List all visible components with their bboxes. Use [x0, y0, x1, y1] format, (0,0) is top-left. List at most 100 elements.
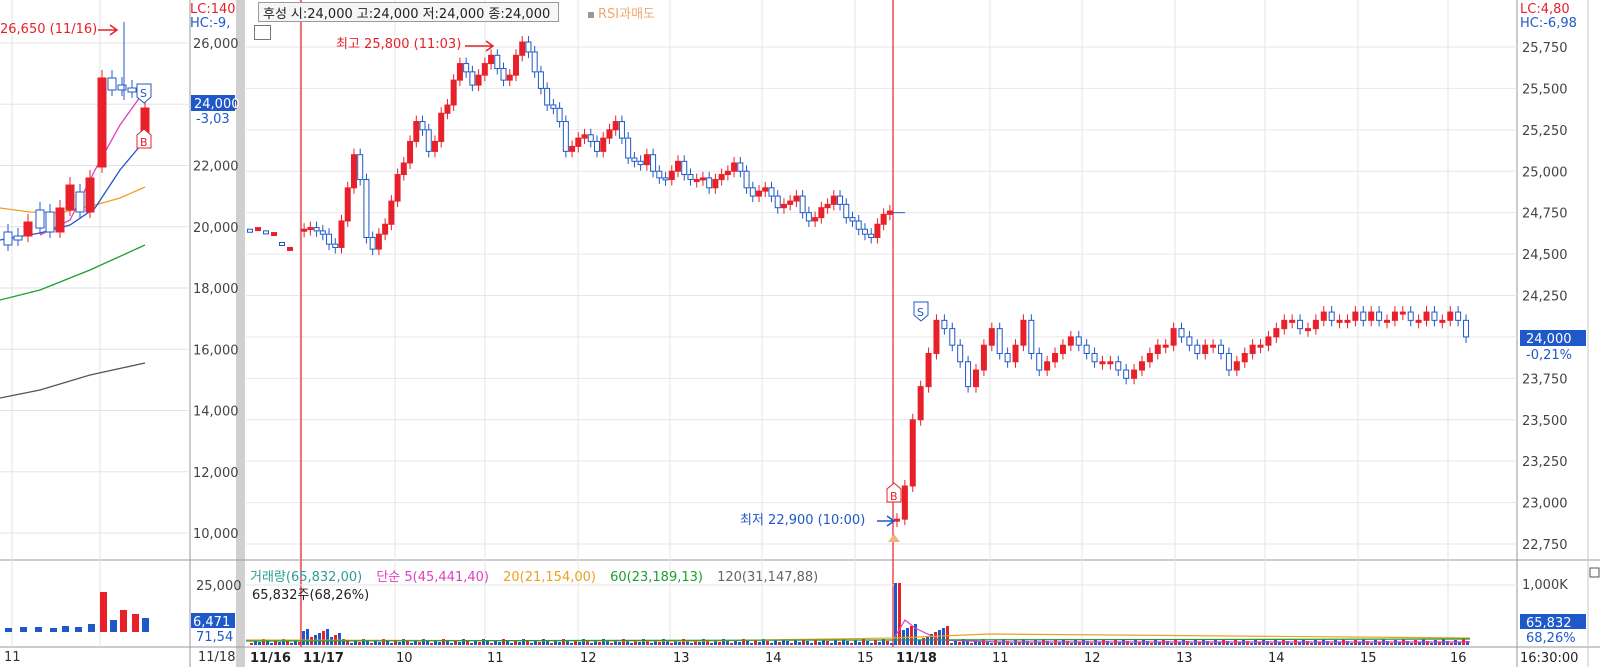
- day2-candle: [1320, 311, 1327, 321]
- volume-bar: [706, 641, 709, 645]
- day1-candle: [600, 137, 607, 152]
- volume-bar: [1150, 643, 1153, 645]
- day2-candle: [1075, 336, 1082, 346]
- volume-bar: [978, 642, 981, 645]
- day1-candle: [799, 195, 806, 214]
- day1-candle: [712, 179, 719, 189]
- day1-candle: [737, 162, 744, 172]
- day1-candle: [319, 230, 326, 235]
- day2-candle: [1265, 336, 1272, 346]
- day2-candle: [1281, 319, 1288, 330]
- day1-candle: [369, 237, 376, 250]
- left-volume-bar: [75, 627, 82, 632]
- day2-candle: [925, 352, 932, 388]
- volume-bar: [1110, 643, 1113, 645]
- left-candle: [107, 77, 117, 91]
- left-current-change: -3,03: [196, 112, 230, 127]
- day1-candle: [618, 121, 625, 139]
- x-axis-label: 15: [857, 651, 874, 666]
- volume-bar: [446, 641, 449, 645]
- volume-bar: [1070, 643, 1073, 645]
- main-price-tick: 25,250: [1522, 124, 1568, 139]
- day2-candle: [1052, 352, 1059, 363]
- volume-bar: [1130, 643, 1133, 645]
- day2-candle: [1154, 344, 1161, 354]
- day2-candle: [1020, 319, 1027, 346]
- volume-bar: [730, 643, 733, 645]
- left-buy-signal-text: B: [140, 136, 148, 149]
- day2-candle: [988, 328, 995, 346]
- grid-toggle-button[interactable]: [254, 25, 271, 40]
- day2-candle: [965, 361, 972, 388]
- day1-candle: [556, 107, 563, 123]
- day2-candle: [1289, 319, 1296, 323]
- day2-candle: [1312, 319, 1319, 330]
- volume-bar: [918, 640, 921, 645]
- volume-current-value: 65,832: [1526, 616, 1572, 631]
- day1-candle: [394, 174, 401, 202]
- day2-candle: [1328, 311, 1335, 321]
- day2-candle: [1146, 352, 1153, 363]
- day2-candle: [980, 344, 987, 371]
- day2-candle: [1012, 344, 1019, 363]
- left-candle: [75, 191, 85, 213]
- day1-candle: [830, 195, 837, 205]
- x-axis-label: 13: [1176, 651, 1193, 666]
- low-value: 저:24,000: [422, 6, 485, 22]
- day2-candle: [1225, 352, 1232, 371]
- volume-bar: [278, 642, 281, 645]
- volume-bar: [270, 643, 273, 645]
- volume-bar: [898, 583, 901, 645]
- pre-open-candle: [255, 227, 261, 232]
- day2-candle: [1352, 311, 1359, 321]
- volume-bar: [562, 639, 565, 645]
- volume-bar: [810, 643, 813, 645]
- day2-candle: [957, 344, 964, 363]
- left-volume-ma: 71,54: [196, 630, 233, 645]
- day1-candle: [824, 203, 831, 209]
- pre-open-candle: [287, 246, 293, 251]
- day1-candle: [332, 243, 339, 248]
- day1-candle: [444, 104, 451, 114]
- day1-candle: [612, 121, 619, 131]
- volume-bar: [510, 643, 513, 645]
- volume-bar: [1010, 643, 1013, 645]
- main-current-change: -0,21%: [1526, 348, 1572, 363]
- volume-bar: [818, 642, 821, 645]
- left-volume-bar: [100, 592, 107, 632]
- legend-ma60: 60(23,189,13): [610, 570, 703, 585]
- day2-candle: [1218, 344, 1225, 354]
- volume-bar: [718, 642, 721, 645]
- volume-bar: [358, 642, 361, 645]
- volume-bar: [650, 643, 653, 645]
- main-price-tick: 23,000: [1522, 497, 1568, 512]
- day1-candle: [880, 213, 887, 225]
- volume-bar: [886, 641, 889, 645]
- volume-bar: [258, 642, 261, 645]
- day2-candle: [1336, 319, 1343, 323]
- day1-candle: [506, 74, 513, 81]
- left-volume-bar: [132, 614, 139, 632]
- day1-candle: [463, 63, 470, 73]
- x-axis-label: 11: [992, 651, 1009, 666]
- left-candle: [85, 177, 95, 213]
- day1-candle: [475, 74, 482, 86]
- day2-candle: [1415, 319, 1422, 323]
- left-hc-label: HC:-9,: [190, 16, 230, 31]
- indicator-toggle-icon[interactable]: [588, 11, 594, 18]
- volume-axis-top: 1,000K: [1522, 578, 1568, 593]
- volume-bar: [482, 639, 485, 645]
- day2-candle: [1241, 352, 1248, 363]
- rsi-indicator-label[interactable]: RSI과매도: [588, 3, 655, 22]
- volume-bar: [478, 642, 481, 645]
- left-candle: [23, 221, 33, 237]
- day2-candle: [1083, 344, 1090, 354]
- day1-candle: [581, 134, 588, 139]
- day2-candle: [1399, 311, 1406, 315]
- left-date-label-right: 11/18: [198, 650, 235, 665]
- main-price-tick: 23,500: [1522, 414, 1568, 429]
- day1-candle: [450, 79, 457, 106]
- day2-candle: [1123, 369, 1130, 379]
- day1-candle: [837, 195, 844, 205]
- day1-candle: [606, 129, 613, 139]
